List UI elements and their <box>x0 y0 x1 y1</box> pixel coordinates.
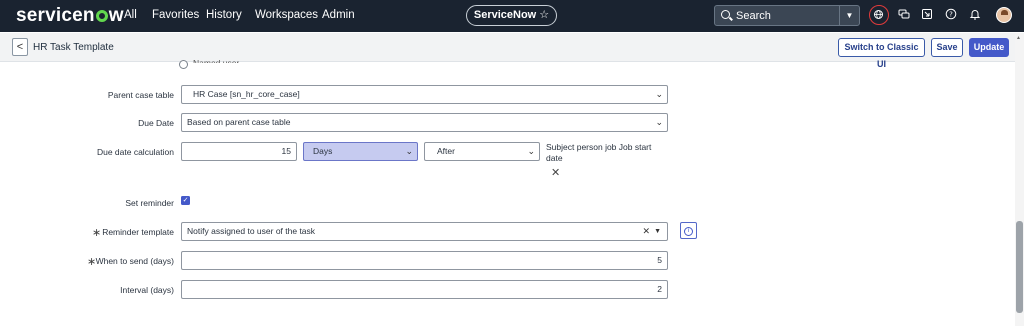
back-button[interactable]: < <box>12 38 28 56</box>
user-avatar[interactable] <box>996 7 1012 23</box>
page-title: HR Task Template <box>33 42 114 53</box>
interval-value: 2 <box>657 284 662 294</box>
caret-down-icon[interactable]: ▼ <box>654 223 661 240</box>
named-user-radio[interactable] <box>179 60 188 69</box>
nav-menu-history[interactable]: History <box>206 9 242 21</box>
due-date-amount-input[interactable]: 15 <box>181 142 297 161</box>
due-date-unit-value: Days <box>313 146 333 156</box>
globe-icon[interactable] <box>869 5 889 25</box>
top-navigation-bar: servicen w All Favorites History Workspac… <box>0 0 1024 32</box>
due-date-reference-text: Subject person job Job start date <box>546 142 652 163</box>
nav-menu-workspaces[interactable]: Workspaces <box>255 9 318 21</box>
chevron-down-icon: ⌄ <box>405 146 413 156</box>
reminder-template-select[interactable]: Notify assigned to user of the task ✕ ▼ <box>181 222 668 241</box>
nav-menu-favorites[interactable]: Favorites <box>152 9 199 21</box>
servicenow-logo[interactable]: servicen w <box>16 5 124 27</box>
due-date-calculation-label: Due date calculation <box>96 147 174 157</box>
app-context-pill[interactable]: ServiceNow ☆ <box>466 5 557 26</box>
nav-menu-admin[interactable]: Admin <box>322 9 355 21</box>
chevron-down-icon: ⌄ <box>527 146 535 156</box>
scroll-up-icon[interactable]: ▲ <box>1016 35 1021 41</box>
switch-to-classic-ui-button[interactable]: Switch to Classic UI <box>838 38 925 69</box>
due-date-value: Based on parent case table <box>187 117 291 127</box>
logo-o-mark <box>95 10 108 22</box>
scrollbar-thumb[interactable] <box>1016 221 1023 313</box>
due-date-unit-select[interactable]: Days ⌄ <box>303 142 418 161</box>
svg-text:?: ? <box>949 11 953 19</box>
due-date-label: Due Date <box>138 118 174 128</box>
due-date-relation-value: After <box>437 146 455 156</box>
reminder-template-label: Reminder template <box>102 227 174 237</box>
help-icon[interactable]: ? <box>944 8 958 22</box>
nav-menu-all[interactable]: All <box>124 9 137 21</box>
inbox-icon[interactable] <box>920 8 934 22</box>
search-placeholder: Search <box>736 10 771 22</box>
form-header-bar: < HR Task Template Switch to Classic UI … <box>0 33 1024 69</box>
parent-case-table-select[interactable]: HR Case [sn_hr_core_case] ⌄ <box>181 85 668 104</box>
chevron-down-icon: ⌄ <box>655 89 663 99</box>
search-scope-dropdown[interactable]: ▼ <box>839 6 859 25</box>
search-icon <box>721 10 730 19</box>
chevron-down-icon: ⌄ <box>655 117 663 127</box>
update-button[interactable]: Update <box>969 38 1009 57</box>
chat-icon[interactable] <box>897 8 911 22</box>
bell-icon[interactable] <box>968 8 982 22</box>
clear-icon[interactable]: ✕ <box>642 223 650 240</box>
set-reminder-checkbox[interactable]: ✓ <box>181 196 190 205</box>
interval-label: Interval (days) <box>120 285 174 295</box>
due-date-select[interactable]: Based on parent case table ⌄ <box>181 113 668 132</box>
due-date-amount-value: 15 <box>281 146 291 156</box>
info-icon[interactable]: i <box>680 222 697 239</box>
named-user-radio-label: Named user <box>193 58 240 63</box>
due-date-relation-select[interactable]: After ⌄ <box>424 142 540 161</box>
interval-input[interactable]: 2 <box>181 280 668 299</box>
when-to-send-input[interactable]: 5 <box>181 251 668 270</box>
parent-case-table-value: HR Case [sn_hr_core_case] <box>193 89 300 99</box>
page-scrollbar[interactable]: ▲ <box>1015 33 1024 326</box>
global-search[interactable]: Search ▼ <box>714 5 860 26</box>
parent-case-table-label: Parent case table <box>107 90 174 100</box>
when-to-send-value: 5 <box>657 255 662 265</box>
set-reminder-label: Set reminder <box>125 198 174 208</box>
reminder-template-value: Notify assigned to user of the task <box>187 226 316 236</box>
clear-reference-icon[interactable]: ✕ <box>551 166 560 179</box>
when-to-send-label: When to send (days) <box>95 256 174 266</box>
save-button[interactable]: Save <box>931 38 963 57</box>
